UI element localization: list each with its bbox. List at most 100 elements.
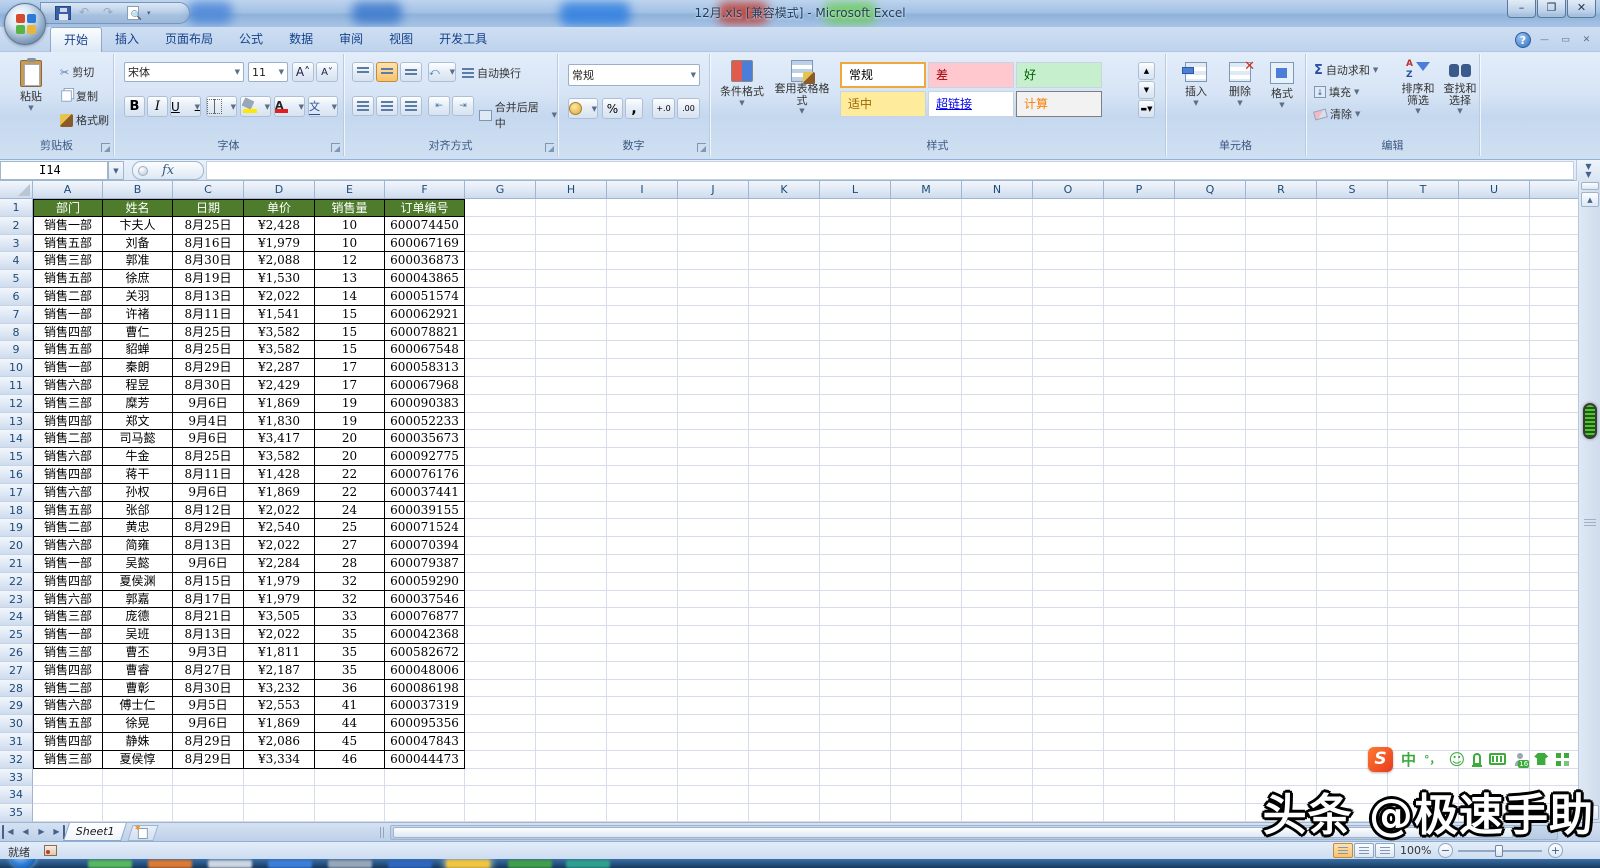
grow-font-button[interactable]: A˄ bbox=[292, 62, 314, 82]
cell-A33[interactable] bbox=[33, 769, 103, 787]
cell-N27[interactable] bbox=[962, 662, 1033, 680]
cell-filler[interactable] bbox=[1530, 680, 1578, 698]
cell-filler[interactable] bbox=[1530, 341, 1578, 359]
cell-style-好[interactable]: 好 bbox=[1016, 62, 1102, 88]
column-header-B[interactable]: B bbox=[103, 181, 173, 199]
cell-O1[interactable] bbox=[1033, 199, 1104, 217]
cell-E15[interactable]: 20 bbox=[315, 448, 385, 466]
cell-E8[interactable]: 15 bbox=[315, 324, 385, 342]
cell-G14[interactable] bbox=[465, 430, 536, 448]
cell-F11[interactable]: 600067968 bbox=[385, 377, 465, 395]
cell-D32[interactable]: ¥3,334 bbox=[244, 751, 315, 769]
cell-E2[interactable]: 10 bbox=[315, 217, 385, 235]
conditional-formatting-button[interactable]: 条件格式▼ bbox=[716, 60, 768, 106]
cell-C4[interactable]: 8月30日 bbox=[173, 252, 244, 270]
cell-P7[interactable] bbox=[1104, 306, 1175, 324]
cell-E5[interactable]: 13 bbox=[315, 270, 385, 288]
cell-J34[interactable] bbox=[678, 786, 749, 804]
cell-H13[interactable] bbox=[536, 413, 607, 431]
tab-插入[interactable]: 插入 bbox=[102, 27, 152, 52]
cell-M31[interactable] bbox=[891, 733, 962, 751]
cell-J2[interactable] bbox=[678, 217, 749, 235]
cell-C14[interactable]: 9月6日 bbox=[173, 430, 244, 448]
cell-M22[interactable] bbox=[891, 573, 962, 591]
cell-I7[interactable] bbox=[607, 306, 678, 324]
cell-J15[interactable] bbox=[678, 448, 749, 466]
cell-C22[interactable]: 8月15日 bbox=[173, 573, 244, 591]
cell-O17[interactable] bbox=[1033, 484, 1104, 502]
cell-C35[interactable] bbox=[173, 804, 244, 822]
scroll-up-icon[interactable]: ▲ bbox=[1581, 192, 1599, 207]
cell-G16[interactable] bbox=[465, 466, 536, 484]
increase-indent-button[interactable]: ⇥ bbox=[452, 96, 474, 116]
paste-button[interactable]: 粘贴▼ bbox=[8, 60, 54, 111]
cell-C11[interactable]: 8月30日 bbox=[173, 377, 244, 395]
cell-G26[interactable] bbox=[465, 644, 536, 662]
cell-T12[interactable] bbox=[1388, 395, 1459, 413]
cell-R11[interactable] bbox=[1246, 377, 1317, 395]
cell-P33[interactable] bbox=[1104, 769, 1175, 787]
cell-P27[interactable] bbox=[1104, 662, 1175, 680]
cell-J32[interactable] bbox=[678, 751, 749, 769]
cell-I26[interactable] bbox=[607, 644, 678, 662]
cell-O28[interactable] bbox=[1033, 680, 1104, 698]
cell-M13[interactable] bbox=[891, 413, 962, 431]
first-sheet-icon[interactable]: ◀ bbox=[2, 825, 17, 839]
cell-O5[interactable] bbox=[1033, 270, 1104, 288]
cell-F32[interactable]: 600044473 bbox=[385, 751, 465, 769]
cell-S25[interactable] bbox=[1317, 626, 1388, 644]
format-painter-button[interactable]: 格式刷 bbox=[60, 112, 109, 128]
cell-Q22[interactable] bbox=[1175, 573, 1246, 591]
cell-O26[interactable] bbox=[1033, 644, 1104, 662]
cell-E9[interactable]: 15 bbox=[315, 341, 385, 359]
cell-I4[interactable] bbox=[607, 252, 678, 270]
cell-P34[interactable] bbox=[1104, 786, 1175, 804]
cell-U17[interactable] bbox=[1459, 484, 1530, 502]
increase-decimal-button[interactable]: +.0 bbox=[652, 98, 675, 119]
cell-A12[interactable]: 销售三部 bbox=[33, 395, 103, 413]
cell-O34[interactable] bbox=[1033, 786, 1104, 804]
cell-M10[interactable] bbox=[891, 359, 962, 377]
cell-E17[interactable]: 22 bbox=[315, 484, 385, 502]
cell-A3[interactable]: 销售五部 bbox=[33, 235, 103, 253]
cell-I19[interactable] bbox=[607, 519, 678, 537]
cell-Q23[interactable] bbox=[1175, 591, 1246, 609]
cell-L9[interactable] bbox=[820, 341, 891, 359]
cell-M16[interactable] bbox=[891, 466, 962, 484]
cell-filler[interactable] bbox=[1530, 715, 1578, 733]
cell-filler[interactable] bbox=[1530, 199, 1578, 217]
cell-H34[interactable] bbox=[536, 786, 607, 804]
cell-J12[interactable] bbox=[678, 395, 749, 413]
cell-C15[interactable]: 8月25日 bbox=[173, 448, 244, 466]
row-header-13[interactable]: 13 bbox=[0, 413, 33, 431]
cell-Q34[interactable] bbox=[1175, 786, 1246, 804]
cell-T4[interactable] bbox=[1388, 252, 1459, 270]
cell-I2[interactable] bbox=[607, 217, 678, 235]
cell-L24[interactable] bbox=[820, 608, 891, 626]
cell-P28[interactable] bbox=[1104, 680, 1175, 698]
page-layout-view-button[interactable] bbox=[1354, 843, 1374, 858]
cell-D6[interactable]: ¥2,022 bbox=[244, 288, 315, 306]
cell-I34[interactable] bbox=[607, 786, 678, 804]
cell-Q3[interactable] bbox=[1175, 235, 1246, 253]
cell-N14[interactable] bbox=[962, 430, 1033, 448]
cell-A23[interactable]: 销售六部 bbox=[33, 591, 103, 609]
zoom-out-icon[interactable]: − bbox=[1438, 843, 1453, 858]
row-header-29[interactable]: 29 bbox=[0, 697, 33, 715]
cell-R14[interactable] bbox=[1246, 430, 1317, 448]
cell-U15[interactable] bbox=[1459, 448, 1530, 466]
cell-U26[interactable] bbox=[1459, 644, 1530, 662]
cell-style-计算[interactable]: 计算 bbox=[1016, 91, 1102, 117]
cell-H29[interactable] bbox=[536, 697, 607, 715]
cell-O24[interactable] bbox=[1033, 608, 1104, 626]
cell-D30[interactable]: ¥1,869 bbox=[244, 715, 315, 733]
cell-R4[interactable] bbox=[1246, 252, 1317, 270]
row-header-24[interactable]: 24 bbox=[0, 608, 33, 626]
sort-filter-button[interactable]: AZ 排序和筛选▼ bbox=[1398, 60, 1438, 114]
cell-F31[interactable]: 600047843 bbox=[385, 733, 465, 751]
cell-M29[interactable] bbox=[891, 697, 962, 715]
column-header-O[interactable]: O bbox=[1033, 181, 1104, 199]
cell-D21[interactable]: ¥2,284 bbox=[244, 555, 315, 573]
cell-Q32[interactable] bbox=[1175, 751, 1246, 769]
cell-D35[interactable] bbox=[244, 804, 315, 822]
